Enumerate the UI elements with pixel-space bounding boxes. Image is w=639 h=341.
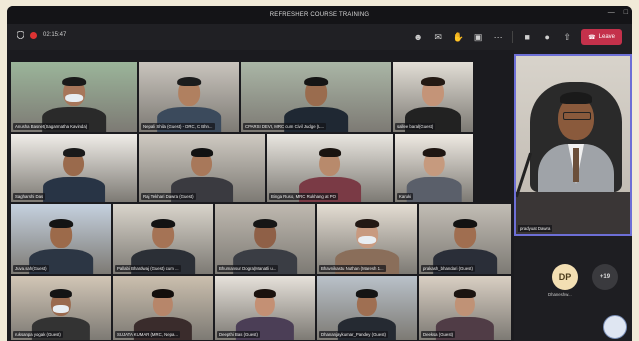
meeting-toolbar: 02:15:47 ☻ ✉ ✋ ▣ ⋯ ■ ● ⇧ ☎ Leave <box>7 24 632 50</box>
participant-hair <box>453 218 477 229</box>
participant-hair <box>304 76 328 87</box>
participant-hair <box>422 148 446 158</box>
avatar-initials: DP <box>558 272 572 282</box>
participant-hair <box>421 76 445 87</box>
participant-video-tile[interactable]: Dhananjaykumar_Pandey (Guest) <box>317 276 417 340</box>
face-mask <box>65 93 83 103</box>
participant-video-tile[interactable]: Anusha Basnet(Sagarmatha Kavinda) <box>11 62 137 132</box>
participant-name: Anusha Basnet(Sagarmatha Kavinda) <box>13 123 90 130</box>
participant-name: Deeksa (Guest) <box>421 331 456 338</box>
participant-name: Deepthi Bas (Guest) <box>217 331 260 338</box>
teams-meeting-window: REFRESHER COURSE TRAINING — □ 02:15:47 ☻… <box>7 6 632 341</box>
participant-hair <box>318 148 342 158</box>
toolbar-divider <box>512 31 514 43</box>
participant-name: Nepali Shila (Guest) - DRC, C Bhn... <box>141 123 215 130</box>
participant-video-tile[interactable]: prakash_bhandari (Guest) <box>419 204 511 274</box>
more-options-icon[interactable]: ⋯ <box>492 31 504 43</box>
participant-hair <box>62 76 86 87</box>
participant-hair <box>151 218 175 229</box>
participant-name: prakash_bhandari (Guest) <box>421 265 475 272</box>
court-emblem-logo <box>603 315 627 339</box>
video-grid: Anusha Basnet(Sagarmatha Kavinda) Nepali … <box>11 62 511 340</box>
participant-body <box>43 177 105 202</box>
participant-name: ruksanpa yogak (Guest) <box>13 331 63 338</box>
participants-icon[interactable]: ☻ <box>412 31 424 43</box>
participant-name: Binga Ruso, MRC Rukhang at PO <box>269 193 338 200</box>
participant-video-tile[interactable]: Bhumansur Dogra(Manatli u... <box>215 204 315 274</box>
phone-icon: ☎ <box>588 34 596 41</box>
title-bar: REFRESHER COURSE TRAINING — □ <box>7 6 632 24</box>
participant-video-tile[interactable]: Deeksa (Guest) <box>419 276 511 340</box>
window-controls: — □ <box>608 9 628 16</box>
participant-video-tile[interactable]: Juva.sah(Guest) <box>11 204 111 274</box>
meeting-timer: 02:15:47 <box>43 32 67 38</box>
participant-hair <box>355 218 379 229</box>
participant-video-tile[interactable]: Sagharshi Das <box>11 134 137 202</box>
raise-hand-icon[interactable]: ✋ <box>452 31 464 43</box>
participant-hair <box>49 218 73 229</box>
chat-icon[interactable]: ✉ <box>432 31 444 43</box>
participant-name: Pallabi Bhardwaj (Guest) cum ... <box>115 265 181 272</box>
rooms-icon[interactable]: ▣ <box>472 31 484 43</box>
participant-video-tile[interactable]: Karuki <box>395 134 473 202</box>
participant-name: Sagharshi Das <box>13 193 46 200</box>
participant-hair <box>62 148 86 158</box>
recording-icon <box>30 31 37 39</box>
participant-name: Dhananjaykumar_Pandey (Guest) <box>319 331 388 338</box>
camera-icon[interactable]: ■ <box>521 31 533 43</box>
participant-name: CPARSI DEVI, MRC cum Civil Judge (L... <box>243 123 327 130</box>
participant-name: Karuki <box>397 193 414 200</box>
spotlight-name: pradyuat Dawra <box>518 225 553 232</box>
participant-video-tile[interactable]: ruksanpa yogak (Guest) <box>11 276 111 340</box>
share-screen-icon[interactable]: ⇧ <box>561 31 573 43</box>
participant-video-tile[interactable]: Raj Tekhari Dawra (Guest) <box>139 134 265 202</box>
participant-name: Raj Tekhari Dawra (Guest) <box>141 193 196 200</box>
participant-video-tile[interactable]: Bhavnikastu Nuthan (Maresh 1... <box>317 204 417 274</box>
avatar-name: Dhaneshw... <box>548 292 572 297</box>
meeting-status: 02:15:47 <box>17 31 66 39</box>
participant-hair <box>190 148 214 158</box>
participant-hair <box>253 218 277 229</box>
participant-video-tile[interactable]: Binga Ruso, MRC Rukhang at PO <box>267 134 393 202</box>
toolbar-actions: ☻ ✉ ✋ ▣ ⋯ ■ ● ⇧ ☎ Leave <box>412 29 622 45</box>
eyeglasses <box>563 112 591 120</box>
participant-hair <box>454 289 476 299</box>
more-participants-badge[interactable]: +19 <box>592 264 618 290</box>
microphone-icon[interactable]: ● <box>541 31 553 43</box>
speaker-hair <box>560 92 592 104</box>
face-mask <box>358 235 376 245</box>
participant-hair <box>50 289 72 299</box>
leave-label: Leave <box>598 34 615 40</box>
participant-name: Bhavnikastu Nuthan (Maresh 1... <box>319 265 386 272</box>
participant-hair <box>254 289 276 299</box>
participant-figure <box>43 144 105 202</box>
face-mask <box>53 304 69 313</box>
spotlight-video[interactable]: pradyuat Dawra <box>514 54 632 236</box>
participant-body <box>406 177 462 202</box>
participant-hair <box>356 289 378 299</box>
leave-button[interactable]: ☎ Leave <box>581 29 622 45</box>
window-title: REFRESHER COURSE TRAINING <box>269 12 370 18</box>
participant-hair <box>152 289 174 299</box>
participant-video-tile[interactable]: Deepthi Bas (Guest) <box>215 276 315 340</box>
maximize-icon[interactable]: □ <box>624 9 628 16</box>
participant-video-tile[interactable]: SUJATA KUMAR (MRC, Nepa... <box>113 276 213 340</box>
shield-icon <box>17 31 24 39</box>
participant-avatar-dp[interactable]: DP <box>552 264 578 290</box>
participant-figure <box>406 144 462 202</box>
minimize-icon[interactable]: — <box>608 9 615 16</box>
participant-name: Bhumansur Dogra(Manatli u... <box>217 265 279 272</box>
participant-video-tile[interactable]: Pallabi Bhardwaj (Guest) cum ... <box>113 204 213 274</box>
participant-sidebar: pradyuat Dawra DP Dhaneshw... +19 <box>514 50 632 341</box>
participant-video-tile[interactable]: CPARSI DEVI, MRC cum Civil Judge (L... <box>241 62 391 132</box>
participant-video-tile[interactable]: sallee baral(Guest) <box>393 62 473 132</box>
participant-name: SUJATA KUMAR (MRC, Nepa... <box>115 331 180 338</box>
participant-video-tile[interactable]: Nepali Shila (Guest) - DRC, C Bhn... <box>139 62 239 132</box>
participant-name: Juva.sah(Guest) <box>13 265 49 272</box>
more-participants-count: +19 <box>599 274 611 280</box>
necktie <box>573 148 579 182</box>
participant-hair <box>177 76 201 87</box>
participant-name: sallee baral(Guest) <box>395 123 436 130</box>
